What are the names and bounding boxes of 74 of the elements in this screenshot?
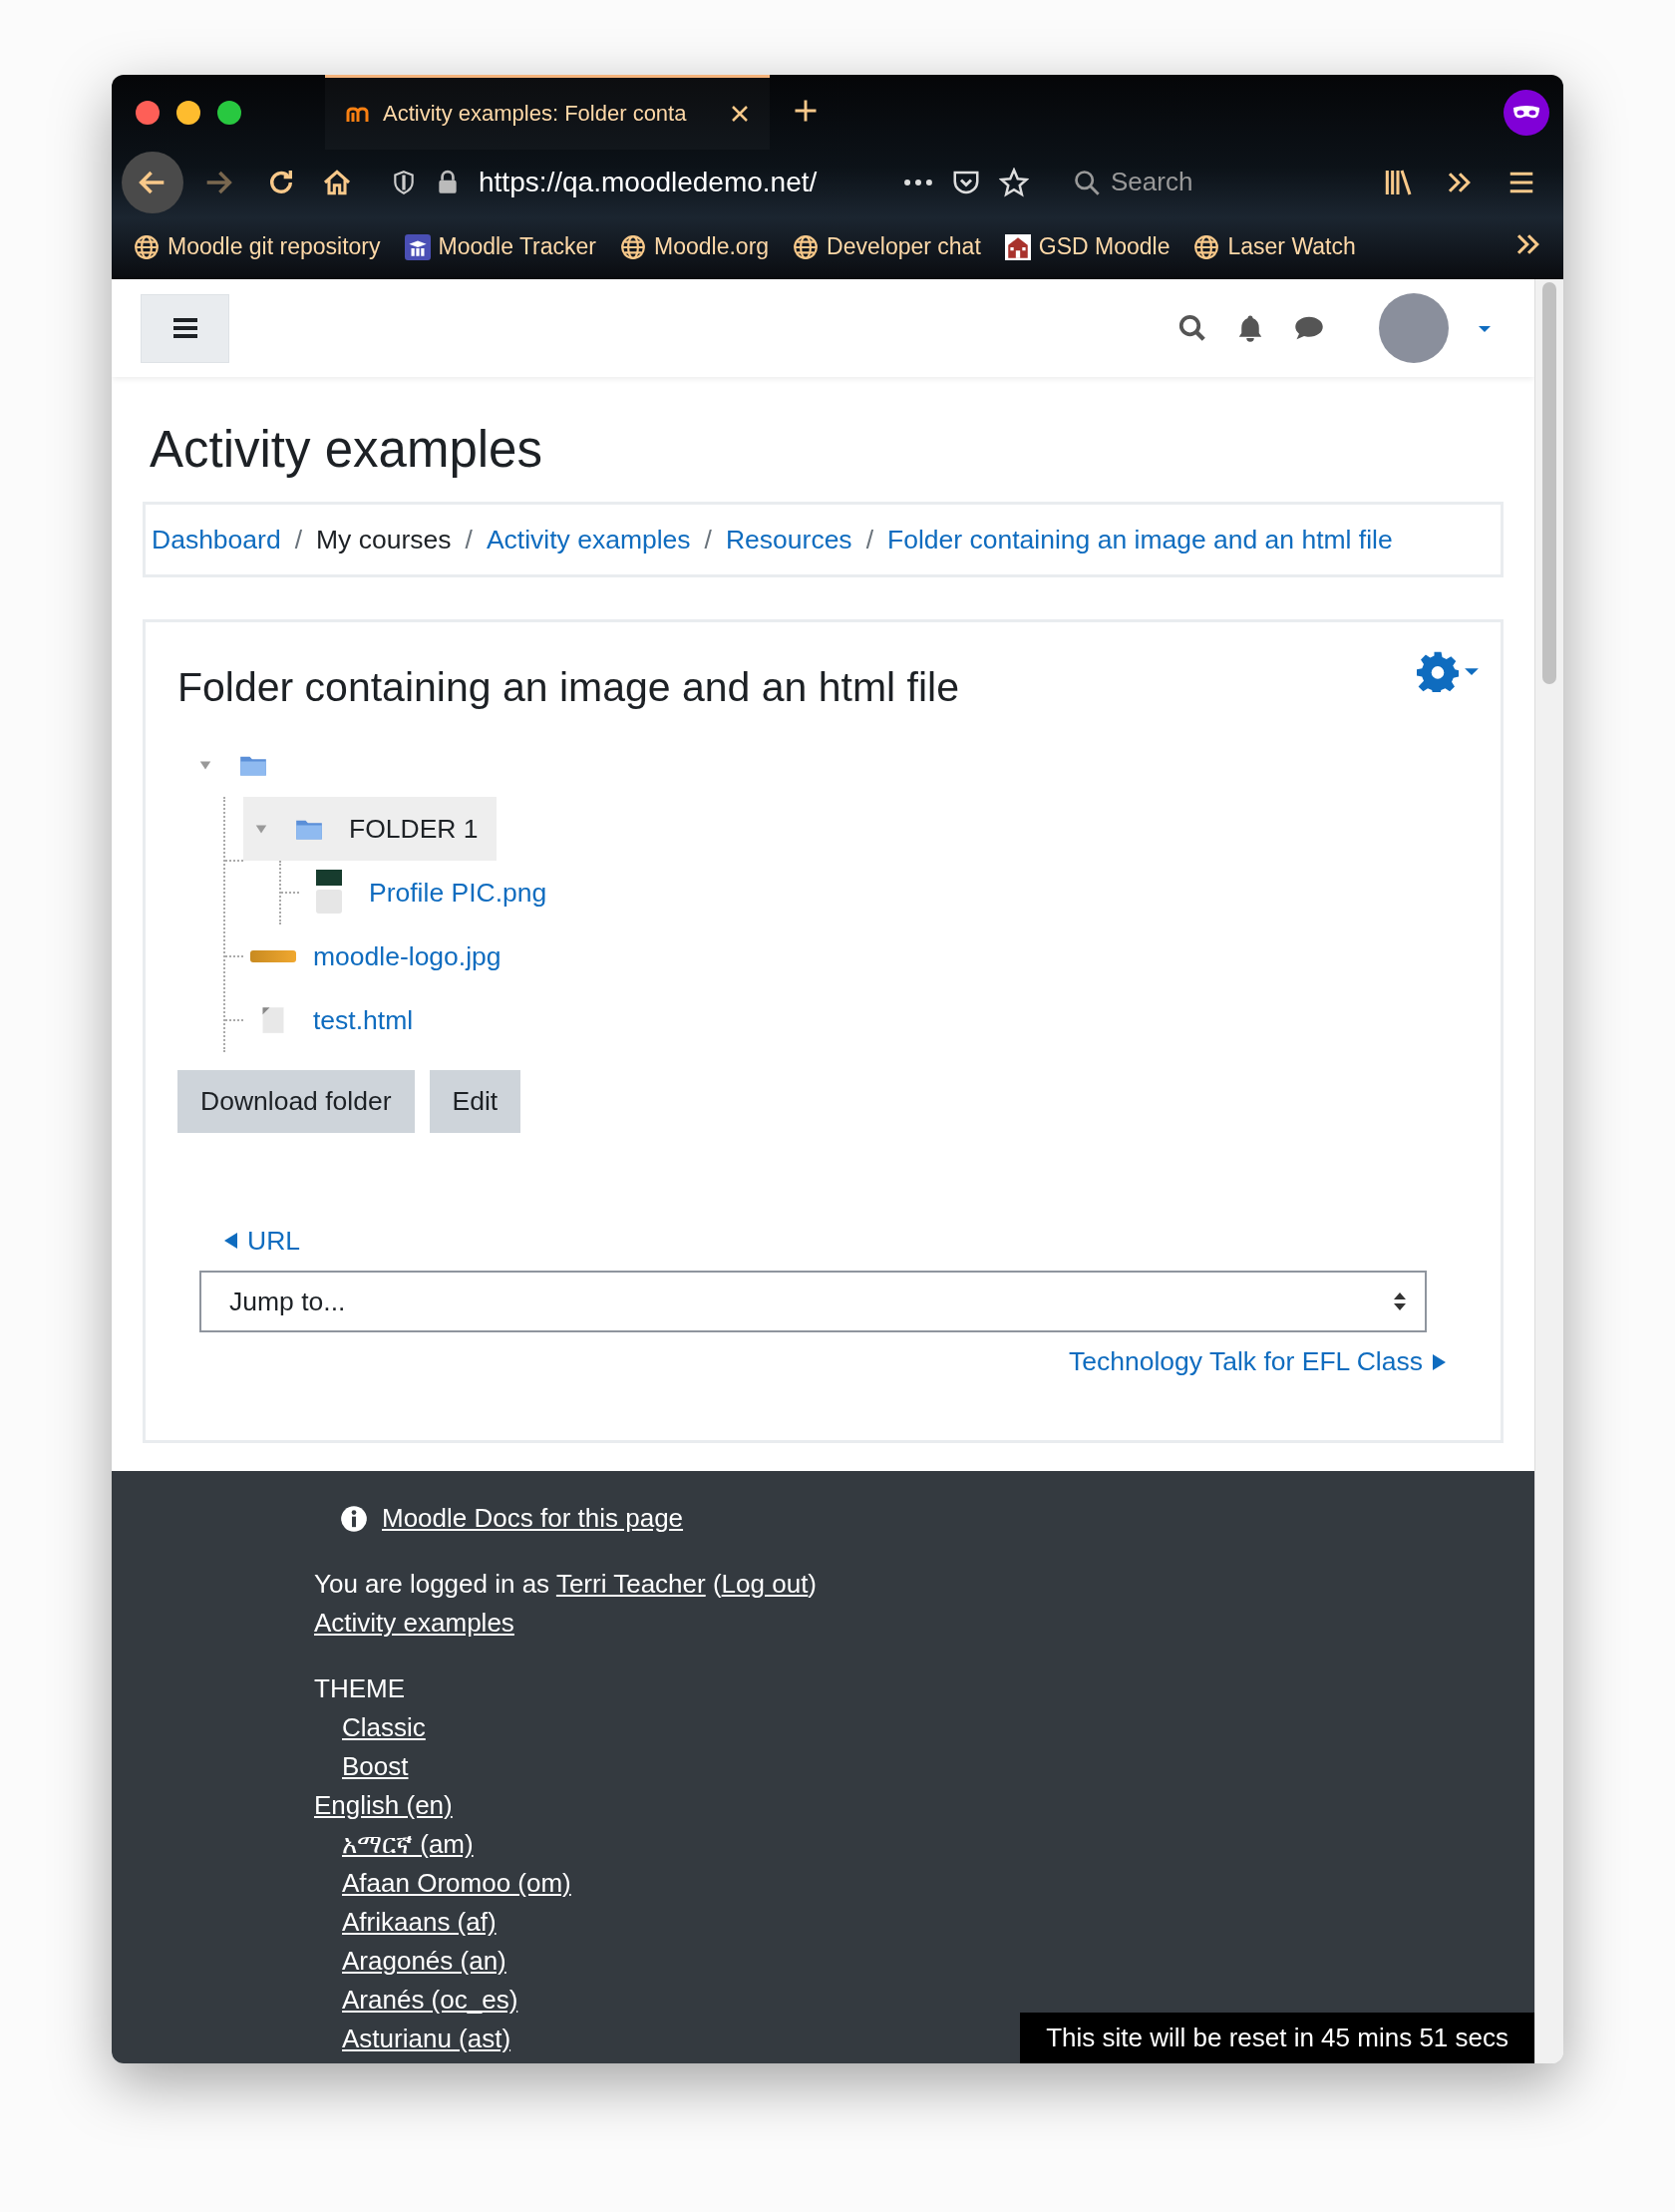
minimize-window-button[interactable]: [176, 100, 200, 125]
address-bar[interactable]: https://qa.moodledemo.net/: [383, 154, 1029, 210]
more-icon: [903, 179, 933, 185]
globe-icon: [1193, 233, 1220, 260]
folder-action-button[interactable]: Edit: [429, 1070, 521, 1134]
breadcrumb-separator: /: [465, 524, 473, 555]
theme-link[interactable]: Boost: [342, 1751, 409, 1782]
globe-icon: [620, 233, 646, 260]
search-icon: [1177, 313, 1207, 343]
page-heading: Activity examples: [150, 420, 543, 480]
next-activity-link[interactable]: Technology Talk for EFL Class: [1069, 1346, 1447, 1378]
image-thumbnail: [316, 870, 342, 917]
tree-row[interactable]: moodle-logo.jpg: [243, 924, 519, 989]
language-link[interactable]: Afaan Oromoo (om): [342, 1868, 571, 1899]
docs-link[interactable]: Moodle Docs for this page: [382, 1499, 684, 1539]
bookmark[interactable]: Developer chat: [793, 233, 981, 260]
language-link[interactable]: Afrikaans (af): [342, 1907, 497, 1938]
previous-activity-link[interactable]: URL: [223, 1221, 1469, 1262]
reset-notice: This site will be reset in 45 mins 51 secs: [1020, 2013, 1534, 2063]
file-link[interactable]: moodle-logo.jpg: [303, 940, 502, 972]
search-field[interactable]: Search: [1059, 156, 1342, 208]
close-window-button[interactable]: [136, 100, 160, 125]
star-icon: [999, 167, 1029, 197]
breadcrumb-item: My courses: [316, 524, 452, 555]
bookmark[interactable]: Moodle git repository: [134, 233, 381, 260]
globe-icon: [793, 233, 820, 260]
breadcrumb-separator: /: [294, 524, 302, 555]
folder-name[interactable]: FOLDER 1: [339, 813, 479, 845]
tree-row[interactable]: Profile PIC.png: [299, 861, 565, 925]
folder-action-button[interactable]: Download folder: [177, 1070, 415, 1134]
menu-button[interactable]: [141, 293, 229, 363]
globe-icon: [134, 233, 160, 260]
bookmark[interactable]: GSD Moodle: [1004, 233, 1171, 260]
search-icon: [1073, 168, 1101, 196]
language-link[interactable]: Aranés (oc_es): [342, 1985, 518, 2016]
menu-icon: [170, 316, 199, 340]
theme-label: THEME: [314, 1672, 406, 1706]
selected-tree-row[interactable]: FOLDER 1: [243, 797, 497, 862]
breadcrumb-link[interactable]: Folder containing an image and an html file: [887, 524, 1393, 555]
language-link[interactable]: አማርኛ (am): [342, 1829, 474, 1860]
login-info: You are logged in as Terri Teacher (Log out): [314, 1568, 819, 1602]
jump-to-select[interactable]: Jump to...: [199, 1271, 1427, 1333]
settings-menu-button[interactable]: [1417, 650, 1479, 693]
settings-icon: [1417, 650, 1459, 693]
info-icon: [340, 1504, 368, 1533]
bookmark[interactable]: Laser Watch: [1193, 233, 1356, 260]
language-link[interactable]: English (en): [314, 1790, 453, 1821]
bookmark[interactable]: Moodle.org: [620, 233, 770, 260]
language-link[interactable]: Asturianu (ast): [342, 2024, 511, 2054]
breadcrumb-separator: /: [704, 524, 712, 555]
graduation-cap-icon: [404, 233, 431, 260]
caret-icon: [1465, 667, 1479, 676]
theme-link[interactable]: Classic: [342, 1712, 426, 1743]
image-thumbnail: [250, 950, 296, 963]
breadcrumb-link[interactable]: Dashboard: [152, 524, 281, 555]
breadcrumb-link[interactable]: Resources: [725, 524, 852, 555]
user-link[interactable]: Terri Teacher: [555, 1569, 706, 1600]
folder-title: Folder containing an image and an html file: [177, 664, 960, 712]
scrollbar-thumb[interactable]: [1542, 282, 1556, 684]
bookmark[interactable]: Moodle Tracker: [404, 233, 596, 260]
file-link[interactable]: test.html: [303, 1004, 414, 1036]
breadcrumb-link[interactable]: Activity examples: [486, 524, 691, 555]
mask-icon: [1504, 89, 1549, 136]
language-link[interactable]: Aragonés (an): [342, 1946, 506, 1977]
breadcrumb-separator: /: [865, 524, 873, 555]
course-link[interactable]: Activity examples: [314, 1608, 514, 1639]
file-link[interactable]: Profile PIC.png: [359, 877, 547, 909]
triangle-icon: [223, 1232, 239, 1251]
shield-icon: [391, 169, 417, 195]
triangle-icon: [1431, 1352, 1447, 1371]
browser-tab[interactable]: Activity examples: Folder conta: [325, 75, 770, 150]
building-icon: [1004, 233, 1031, 260]
tree-row[interactable]: test.html: [243, 988, 432, 1053]
zoom-window-button[interactable]: [217, 100, 241, 125]
